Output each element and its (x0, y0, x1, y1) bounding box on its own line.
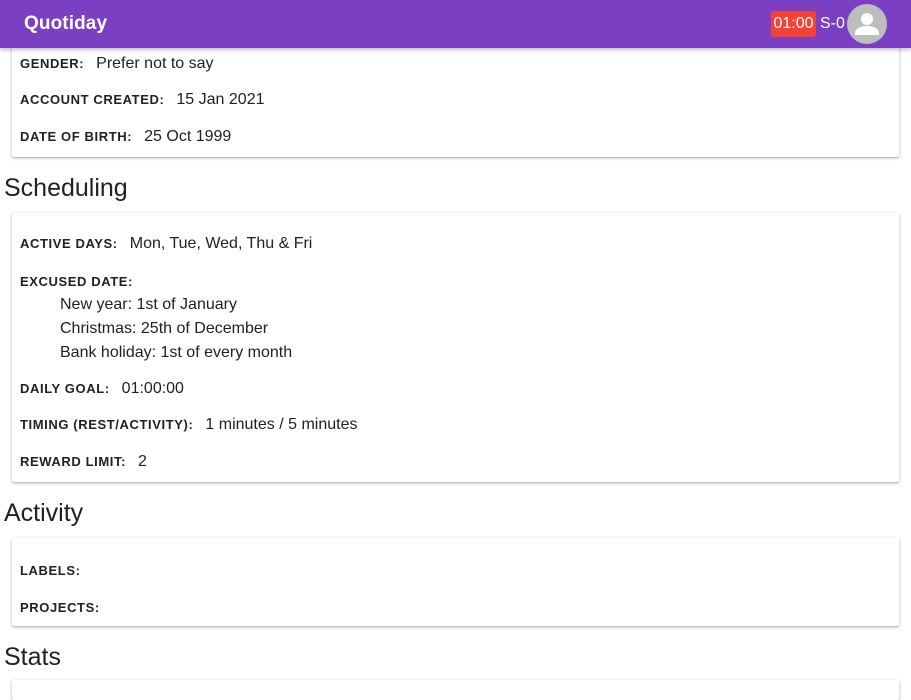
active-days-label: ACTIVE DAYS: (20, 236, 118, 251)
app-bar: Quotiday 01:00 S-0 (0, 0, 911, 48)
active-days-row: ACTIVE DAYS: Mon, Tue, Wed, Thu & Fri (20, 235, 312, 253)
timing-value: 1 minutes / 5 minutes (205, 416, 358, 433)
reward-limit-label: REWARD LIMIT: (20, 454, 127, 469)
scheduling-card: ACTIVE DAYS: Mon, Tue, Wed, Thu & Fri EXC… (12, 213, 899, 482)
date-of-birth-value: 25 Oct 1999 (144, 128, 232, 145)
date-of-birth-label: DATE OF BIRTH: (20, 129, 133, 144)
app-title[interactable]: Quotiday (24, 13, 107, 35)
person-icon (855, 13, 879, 35)
main-content: GENDER: Prefer not to say ACCOUNT CREATED… (0, 0, 911, 700)
reward-limit-value: 2 (138, 453, 147, 470)
labels-row: LABELS: (20, 562, 93, 580)
account-created-row: ACCOUNT CREATED: 15 Jan 2021 (20, 91, 264, 109)
excused-date-item: New year: 1st of January (60, 296, 237, 313)
account-created-value: 15 Jan 2021 (176, 91, 265, 108)
gender-value: Prefer not to say (96, 55, 214, 72)
labels-label: LABELS: (20, 563, 81, 578)
projects-label: PROJECTS: (20, 600, 100, 615)
daily-goal-row: DAILY GOAL: 01:00:00 (20, 380, 184, 398)
stats-heading: Stats (4, 643, 61, 671)
reward-limit-row: REWARD LIMIT: 2 (20, 453, 147, 471)
active-days-value: Mon, Tue, Wed, Thu & Fri (129, 235, 313, 252)
timer-badge[interactable]: 01:00 (771, 11, 816, 37)
stats-card (12, 680, 899, 700)
excused-date-label: EXCUSED DATE: (20, 274, 134, 289)
account-created-label: ACCOUNT CREATED: (20, 92, 165, 107)
avatar[interactable] (847, 4, 887, 44)
timing-label: TIMING (REST/ACTIVITY): (20, 417, 194, 432)
activity-heading: Activity (4, 499, 84, 527)
excused-date-row: EXCUSED DATE: (20, 273, 145, 291)
gender-row: GENDER: Prefer not to say (20, 55, 214, 73)
streak-counter: S-0 (820, 15, 845, 32)
timing-row: TIMING (REST/ACTIVITY): 1 minutes / 5 min… (20, 416, 357, 434)
daily-goal-value: 01:00:00 (121, 380, 184, 397)
excused-date-item: Bank holiday: 1st of every month (60, 344, 293, 361)
excused-date-item: Christmas: 25th of December (60, 320, 269, 337)
gender-label: GENDER: (20, 56, 85, 71)
activity-card: LABELS: PROJECTS: (12, 538, 899, 626)
scheduling-heading: Scheduling (4, 174, 128, 202)
date-of-birth-row: DATE OF BIRTH: 25 Oct 1999 (20, 128, 231, 146)
projects-row: PROJECTS: (20, 599, 112, 617)
daily-goal-label: DAILY GOAL: (20, 381, 110, 396)
